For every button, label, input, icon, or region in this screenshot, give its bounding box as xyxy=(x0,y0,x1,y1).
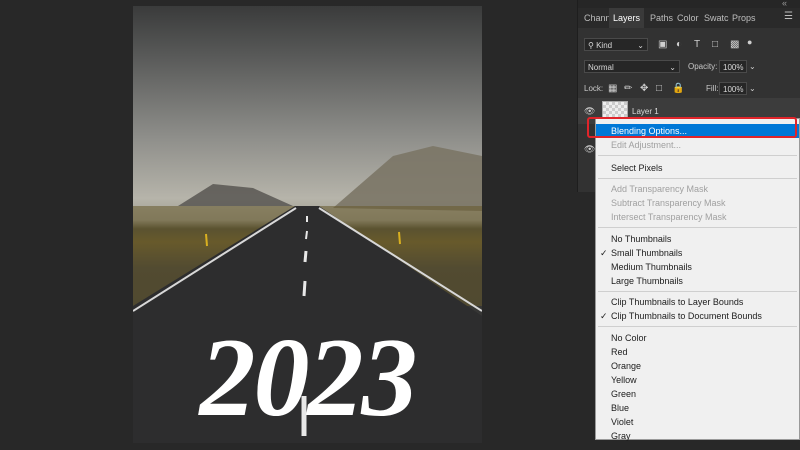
fill-dropdown-icon[interactable]: ⌄ xyxy=(749,83,756,95)
menu-separator xyxy=(598,178,797,179)
layer-context-menu: Blending Options... Edit Adjustment... S… xyxy=(595,118,800,443)
lock-transparent-pixels-icon[interactable]: ▦ xyxy=(608,83,617,95)
menu-item-orange[interactable]: Orange xyxy=(596,359,799,373)
menu-item-select-pixels[interactable]: Select Pixels xyxy=(596,161,799,175)
tab-color[interactable]: Color xyxy=(677,8,699,28)
chevron-down-icon: ⌄ xyxy=(669,63,676,72)
smart-object-filter-icon[interactable]: ▩ xyxy=(730,39,739,51)
menu-separator xyxy=(598,291,797,292)
blend-mode-select[interactable]: Normal ⌄ xyxy=(584,60,680,73)
canvas-area[interactable]: 2023 xyxy=(0,0,577,450)
menu-item-violet[interactable]: Violet xyxy=(596,415,799,429)
menu-item-yellow[interactable]: Yellow xyxy=(596,373,799,387)
visibility-eye-icon[interactable]: 👁 xyxy=(584,144,595,155)
visibility-eye-icon[interactable]: 👁 xyxy=(584,106,595,117)
checkmark-icon: ✓ xyxy=(600,248,608,258)
year-text: 2023 xyxy=(199,316,418,440)
opacity-input[interactable]: 100% xyxy=(719,60,747,73)
menu-item-edit-adjustment[interactable]: Edit Adjustment... xyxy=(596,138,799,152)
menu-item-small-thumbnails[interactable]: ✓ Small Thumbnails xyxy=(596,246,799,260)
lock-row: Lock: ▦ ✏ ✥ □ 🔒 Fill: 100% ⌄ xyxy=(578,80,800,98)
opacity-label: Opacity: xyxy=(688,62,718,71)
adjustment-filter-icon[interactable]: ◐ xyxy=(676,39,682,51)
menu-item-no-thumbnails[interactable]: No Thumbnails xyxy=(596,232,799,246)
menu-item-green[interactable]: Green xyxy=(596,387,799,401)
filter-kind-select[interactable]: ⚲ Kind ⌄ xyxy=(584,38,648,51)
fill-label: Fill: xyxy=(706,84,719,93)
tab-paths[interactable]: Paths xyxy=(650,8,673,28)
document-image[interactable]: 2023 xyxy=(133,6,482,443)
menu-item-add-transparency-mask[interactable]: Add Transparency Mask xyxy=(596,182,799,196)
menu-item-medium-thumbnails[interactable]: Medium Thumbnails xyxy=(596,260,799,274)
chevron-down-icon: ⌄ xyxy=(637,41,644,50)
lock-label: Lock: xyxy=(584,84,604,93)
lock-artboard-icon[interactable]: □ xyxy=(656,83,662,95)
search-icon: ⚲ xyxy=(588,41,594,50)
menu-item-blue[interactable]: Blue xyxy=(596,401,799,415)
menu-item-subtract-transparency-mask[interactable]: Subtract Transparency Mask xyxy=(596,196,799,210)
menu-item-intersect-transparency-mask[interactable]: Intersect Transparency Mask xyxy=(596,210,799,224)
collapse-panel-icon[interactable]: « xyxy=(782,0,787,8)
lock-all-icon[interactable]: 🔒 xyxy=(672,83,684,95)
panel-header-bar: « xyxy=(578,0,800,8)
tab-channels[interactable]: Chann xyxy=(584,8,611,28)
layer-name[interactable]: Layer 1 xyxy=(632,107,659,116)
menu-item-label: Clip Thumbnails to Document Bounds xyxy=(611,311,762,321)
image-filter-icon[interactable]: ▣ xyxy=(658,39,667,51)
type-filter-icon[interactable]: T xyxy=(694,39,700,51)
blend-mode-value: Normal xyxy=(588,63,614,72)
tab-properties[interactable]: Props xyxy=(732,8,756,28)
tab-layers[interactable]: Layers xyxy=(609,8,645,28)
menu-item-clip-thumbnails-layer-bounds[interactable]: Clip Thumbnails to Layer Bounds xyxy=(596,295,799,309)
filter-toggle-icon[interactable]: ● xyxy=(747,36,752,48)
checkmark-icon: ✓ xyxy=(600,311,608,321)
menu-item-clip-thumbnails-document-bounds[interactable]: ✓ Clip Thumbnails to Document Bounds xyxy=(596,309,799,323)
filter-kind-value: Kind xyxy=(596,41,613,50)
highlight-annotation-box xyxy=(587,117,797,138)
menu-item-red[interactable]: Red xyxy=(596,345,799,359)
menu-item-label: Small Thumbnails xyxy=(611,248,683,258)
menu-item-gray[interactable]: Gray xyxy=(596,429,799,443)
menu-item-no-color[interactable]: No Color xyxy=(596,331,799,345)
tab-swatches[interactable]: Swatc xyxy=(704,8,729,28)
menu-separator xyxy=(598,155,797,156)
menu-item-large-thumbnails[interactable]: Large Thumbnails xyxy=(596,274,799,288)
filter-row: ⚲ Kind ⌄ ▣ ◐ T □ ▩ ● xyxy=(578,36,800,54)
shape-filter-icon[interactable]: □ xyxy=(712,39,718,51)
panel-tabs: Chann Layers Paths Color Swatc Props ☰ xyxy=(578,8,800,28)
panel-menu-icon[interactable]: ☰ xyxy=(784,11,793,22)
lock-position-icon[interactable]: ✥ xyxy=(640,83,648,95)
lock-image-pixels-icon[interactable]: ✏ xyxy=(624,83,632,95)
menu-separator xyxy=(598,326,797,327)
menu-separator xyxy=(598,227,797,228)
opacity-dropdown-icon[interactable]: ⌄ xyxy=(749,61,756,73)
fill-input[interactable]: 100% xyxy=(719,82,747,95)
blend-row: Normal ⌄ Opacity: 100% ⌄ xyxy=(578,58,800,76)
